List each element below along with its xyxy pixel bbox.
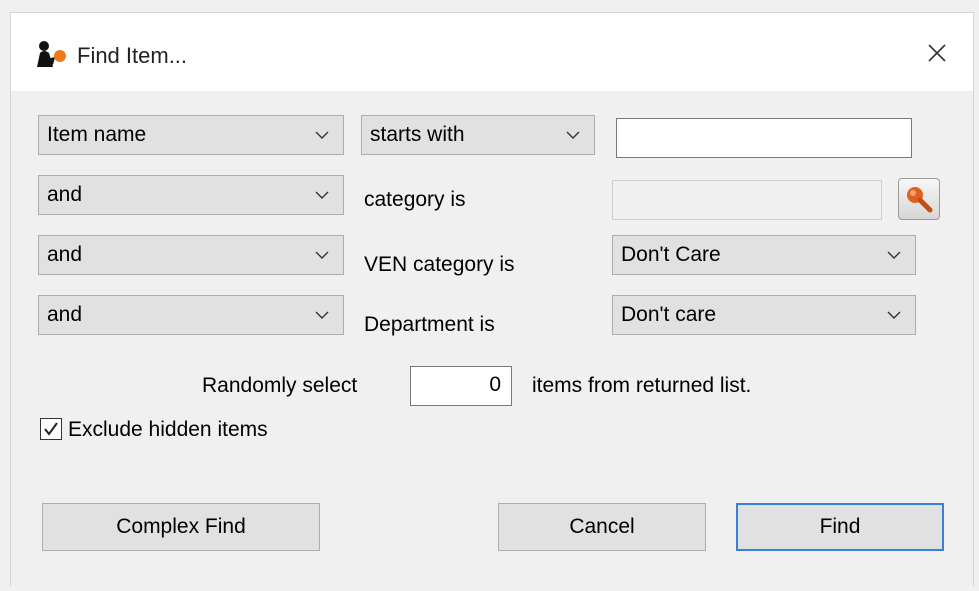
chevron-down-icon <box>315 311 329 319</box>
department-select[interactable]: Don't care <box>612 295 916 335</box>
category-label: category is <box>364 188 466 211</box>
exclude-hidden-label: Exclude hidden items <box>68 418 268 441</box>
ven-category-select[interactable]: Don't Care <box>612 235 916 275</box>
ven-category-select-value: Don't Care <box>621 243 721 266</box>
conjunction-select-2-value: and <box>47 243 83 266</box>
department-label: Department is <box>364 313 495 336</box>
field-select-value: Item name <box>47 123 147 146</box>
chevron-down-icon <box>315 131 329 139</box>
conjunction-select-3[interactable]: and <box>38 295 344 335</box>
close-icon[interactable] <box>917 33 957 73</box>
category-input[interactable] <box>612 180 882 220</box>
department-select-value: Don't care <box>621 303 717 326</box>
magnifier-icon <box>907 187 933 213</box>
field-select[interactable]: Item name <box>38 115 344 155</box>
operator-select[interactable]: starts with <box>361 115 595 155</box>
ven-category-label: VEN category is <box>364 253 515 276</box>
conjunction-select-2[interactable]: and <box>38 235 344 275</box>
search-value-input[interactable] <box>616 118 912 158</box>
find-button[interactable]: Find <box>736 503 944 551</box>
conjunction-select-1-value: and <box>47 183 83 206</box>
conjunction-select-1[interactable]: and <box>38 175 344 215</box>
chevron-down-icon <box>315 191 329 199</box>
complex-find-button[interactable]: Complex Find <box>42 503 320 551</box>
window-title: Find Item... <box>77 43 188 68</box>
chevron-down-icon <box>315 251 329 259</box>
cancel-label: Cancel <box>569 515 635 538</box>
complex-find-label: Complex Find <box>116 515 246 538</box>
title-bar: Find Item... <box>11 13 973 91</box>
operator-select-value: starts with <box>370 123 465 146</box>
random-count-input[interactable]: 0 <box>410 366 512 406</box>
cancel-button[interactable]: Cancel <box>498 503 706 551</box>
chevron-down-icon <box>566 131 580 139</box>
random-select-suffix: items from returned list. <box>532 374 752 397</box>
chevron-down-icon <box>887 311 901 319</box>
exclude-hidden-checkbox[interactable] <box>40 418 62 440</box>
category-lookup-button[interactable] <box>898 178 940 220</box>
chevron-down-icon <box>887 251 901 259</box>
checkmark-icon <box>44 422 58 436</box>
find-label: Find <box>819 515 861 538</box>
app-logo-icon <box>37 41 66 67</box>
random-select-label: Randomly select <box>202 374 358 397</box>
conjunction-select-3-value: and <box>47 303 83 326</box>
